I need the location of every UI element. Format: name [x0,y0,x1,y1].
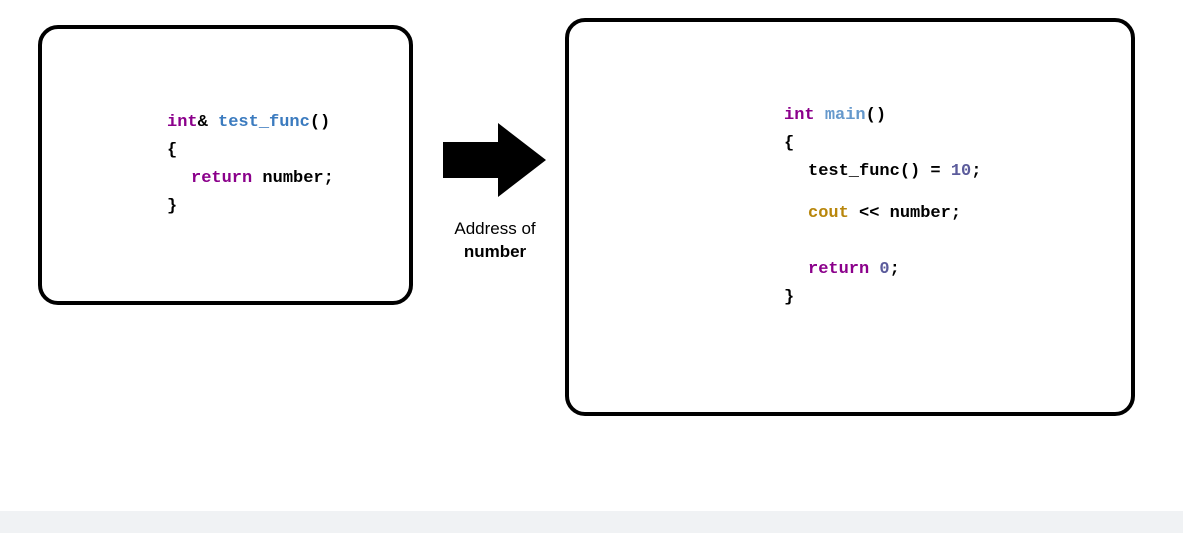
func-main: main [825,106,866,125]
space [869,260,879,279]
var-name: number; [890,204,961,223]
code-line: return 0; [784,256,981,284]
keyword-return: return [191,169,252,188]
code-line: } [784,284,981,312]
diagram-container: int& test_func() { return number; } Addr… [0,0,1183,533]
bottom-bar [0,511,1183,533]
code-box-left: int& test_func() { return number; } [38,25,413,305]
arrow-icon [443,120,548,200]
code-line: { [784,130,981,158]
keyword-int: int [167,113,198,132]
semicolon: ; [971,162,981,181]
num-literal: 0 [879,260,889,279]
paren: () [310,113,330,132]
arrow-caption-line2: number [464,242,526,261]
amp-operator: & [198,113,218,132]
code-line: { [167,137,334,165]
spacer [784,228,981,242]
code-left-content: int& test_func() { return number; } [62,109,334,221]
num-literal: 10 [951,162,971,181]
arrow-section: Address of number [430,120,560,264]
func-name: test_func [218,113,310,132]
arrow-caption-line1: Address of [454,219,535,238]
keyword-return: return [808,260,869,279]
code-box-right: int main() { test_func() = 10; cout << n… [565,18,1135,416]
spacer [784,242,981,256]
code-line: test_func() = 10; [784,158,981,186]
stream-op: << [849,204,890,223]
func-call: test_func [808,162,900,181]
code-line: int& test_func() [167,109,334,137]
keyword-int: int [784,106,815,125]
code-line: cout << number; [784,200,981,228]
semicolon: ; [890,260,900,279]
arrow-label: Address of number [454,218,535,264]
spacer [784,186,981,200]
code-text: number; [252,169,334,188]
paren: () [866,106,886,125]
code-line: } [167,193,334,221]
code-line: int main() [784,102,981,130]
code-line: return number; [167,165,334,193]
code-right-content: int main() { test_func() = 10; cout << n… [589,102,981,312]
code-text: () = [900,162,951,181]
cout: cout [808,204,849,223]
space [815,106,825,125]
